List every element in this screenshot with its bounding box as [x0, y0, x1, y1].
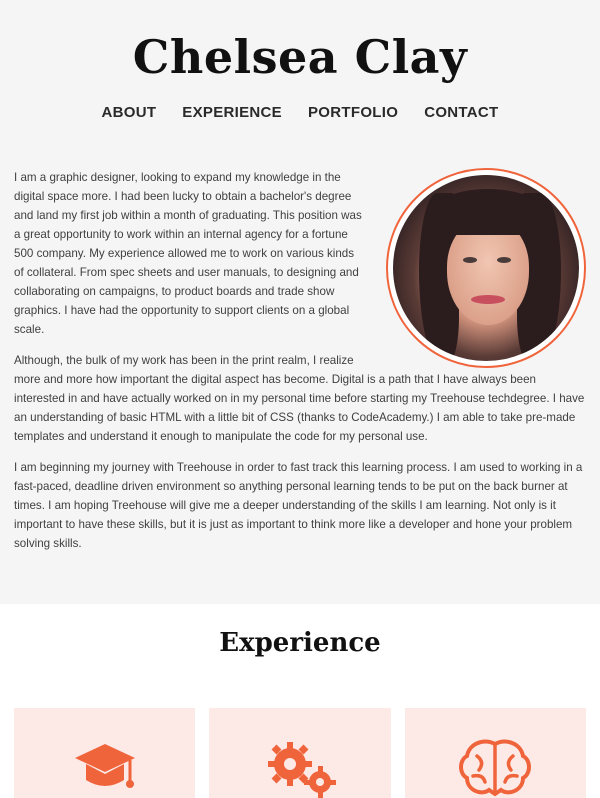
experience-card-education [14, 708, 196, 798]
experience-cards [14, 708, 586, 798]
experience-card-work [209, 708, 391, 798]
site-title: Chelsea Clay [132, 30, 468, 84]
nav-contact-link[interactable]: CONTACT [424, 104, 498, 121]
hero-section: Chelsea Clay ABOUT EXPERIENCE PORTFOLIO … [0, 0, 600, 604]
brain-icon [459, 739, 532, 797]
about-paragraph: I am beginning my journey with Treehouse… [14, 461, 583, 550]
nav-experience-link[interactable]: EXPERIENCE [182, 104, 282, 121]
profile-photo-image [393, 175, 579, 361]
experience-heading: Experience [219, 628, 381, 658]
experience-card-skills [404, 708, 586, 798]
nav-portfolio-link[interactable]: PORTFOLIO [308, 104, 398, 121]
nav-about-link[interactable]: ABOUT [101, 104, 156, 121]
about-section: I am a graphic designer, looking to expa… [14, 168, 586, 565]
profile-photo [386, 168, 586, 368]
graduation-cap-icon [74, 744, 135, 788]
main-nav: ABOUT EXPERIENCE PORTFOLIO CONTACT [0, 104, 600, 121]
gears-icon [267, 742, 336, 798]
